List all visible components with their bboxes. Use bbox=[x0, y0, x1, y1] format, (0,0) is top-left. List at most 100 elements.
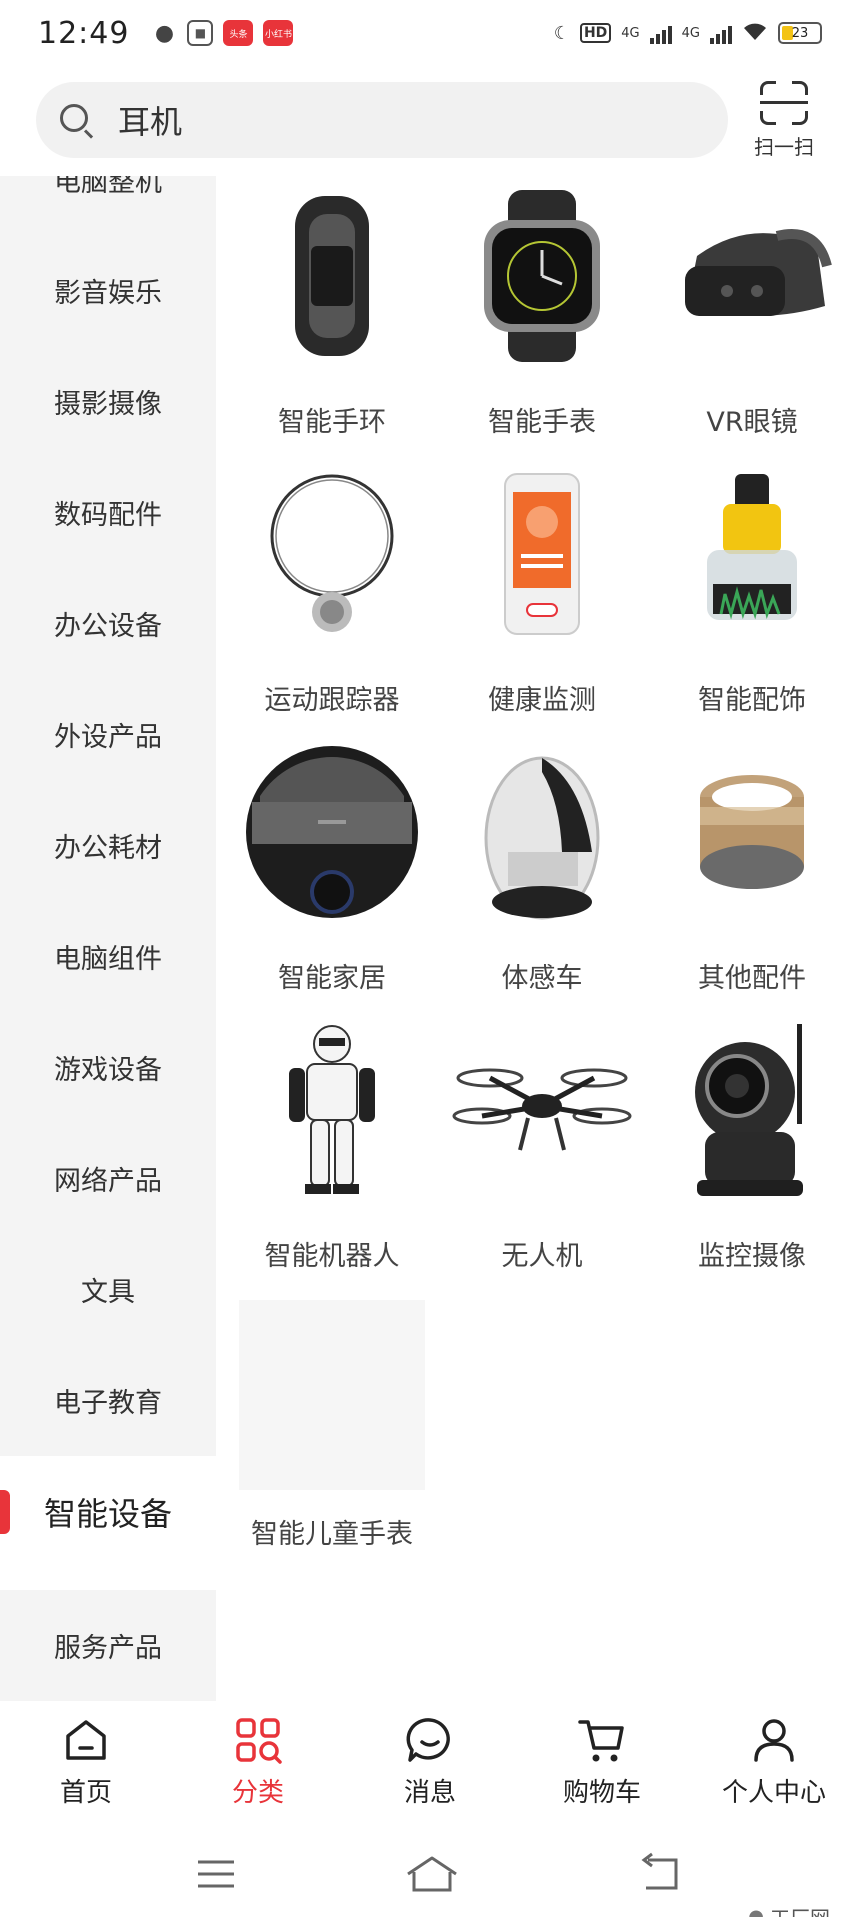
menu-icon[interactable] bbox=[192, 1850, 240, 1898]
sidebar-item-pc-components[interactable]: 电脑组件 bbox=[0, 901, 216, 1012]
grid-item-vr-glasses[interactable]: VR眼镜 bbox=[647, 176, 857, 456]
sidebar-item-label: 摄影摄像 bbox=[54, 389, 162, 420]
grid-item-label: 智能手环 bbox=[278, 407, 386, 438]
grid-item-fitness-tracker[interactable]: 运动跟踪器 bbox=[227, 454, 437, 734]
nav-category[interactable]: 分类 bbox=[172, 1708, 344, 1824]
image-placeholder bbox=[239, 1300, 425, 1490]
moon-icon: ☾ bbox=[553, 22, 570, 44]
network-label-2: 4G bbox=[681, 25, 700, 41]
grid-item-label: 智能家居 bbox=[278, 963, 386, 994]
nav-label: 购物车 bbox=[562, 1778, 641, 1808]
nav-label: 首页 bbox=[59, 1778, 112, 1808]
unicycle-icon bbox=[452, 742, 632, 922]
sidebar-item-av[interactable]: 影音娱乐 bbox=[0, 235, 216, 346]
grid-item-label: 监控摄像 bbox=[698, 1241, 806, 1272]
wifi-icon bbox=[742, 20, 768, 47]
grid-item-drone[interactable]: 无人机 bbox=[437, 1010, 647, 1290]
grid-item-smart-accessory[interactable]: 智能配饰 bbox=[647, 454, 857, 734]
system-home-icon[interactable] bbox=[404, 1850, 460, 1898]
app-notification-icon: ■ bbox=[187, 20, 214, 46]
vr-headset-icon bbox=[662, 186, 842, 366]
nav-home[interactable]: 首页 bbox=[0, 1708, 172, 1824]
grid-item-health-monitor[interactable]: 健康监测 bbox=[437, 454, 647, 734]
grid-item-label: VR眼镜 bbox=[706, 407, 798, 438]
user-icon bbox=[754, 1719, 794, 1762]
search-bar[interactable]: 耳机 bbox=[36, 82, 728, 158]
grid-item-kids-watch[interactable]: 智能儿童手表 bbox=[227, 1288, 437, 1568]
battery-level: 23 bbox=[791, 25, 809, 41]
grid-item-label: 无人机 bbox=[501, 1241, 583, 1272]
wechat-logo-icon: ● bbox=[748, 1906, 764, 1917]
ring-icon bbox=[662, 742, 842, 922]
sidebar-item-label: 电脑组件 bbox=[54, 944, 162, 975]
grid-item-label: 智能机器人 bbox=[264, 1241, 400, 1272]
health-monitor-icon bbox=[452, 464, 632, 644]
robot-vacuum-icon bbox=[242, 742, 422, 922]
network-label-1: 4G bbox=[621, 25, 640, 41]
scan-button[interactable]: 扫一扫 bbox=[744, 80, 824, 160]
sidebar-item-pc[interactable]: 电脑整机 bbox=[0, 176, 216, 235]
watermark-text: 工厂网 bbox=[770, 1902, 830, 1917]
sidebar-item-label: 服务产品 bbox=[54, 1633, 162, 1664]
sidebar-item-label: 办公耗材 bbox=[54, 833, 162, 864]
nav-profile[interactable]: 个人中心 bbox=[688, 1708, 860, 1824]
robot-icon bbox=[242, 1020, 422, 1200]
back-icon[interactable] bbox=[636, 1850, 684, 1898]
status-bar: 12:49 ● ■ 头条 小红书 ☾ HD 4G 4G 23 bbox=[0, 0, 860, 66]
sidebar-item-services[interactable]: 服务产品 bbox=[0, 1590, 216, 1701]
sidebar-item-gaming[interactable]: 游戏设备 bbox=[0, 1012, 216, 1123]
status-right: ☾ HD 4G 4G 23 bbox=[554, 20, 822, 47]
grid-item-smart-band[interactable]: 智能手环 bbox=[227, 176, 437, 456]
status-time: 12:49 bbox=[38, 15, 130, 51]
header: 耳机 扫一扫 bbox=[36, 80, 824, 160]
sidebar-item-peripherals[interactable]: 外设产品 bbox=[0, 679, 216, 790]
notification-icons: ● ■ 头条 小红书 bbox=[151, 20, 294, 46]
message-icon bbox=[406, 1718, 450, 1762]
xiaohongshu-badge-icon: 小红书 bbox=[263, 20, 294, 46]
grid-item-surveillance-camera[interactable]: 监控摄像 bbox=[647, 1010, 857, 1290]
grid-item-label: 健康监测 bbox=[488, 685, 596, 716]
system-nav-bar bbox=[0, 1830, 860, 1917]
search-input[interactable]: 耳机 bbox=[118, 97, 182, 143]
scan-icon bbox=[760, 80, 808, 125]
sidebar-item-camera[interactable]: 摄影摄像 bbox=[0, 346, 216, 457]
grid-item-smart-home[interactable]: 智能家居 bbox=[227, 732, 437, 1012]
sidebar-item-label: 网络产品 bbox=[54, 1166, 162, 1197]
sidebar-item-label: 电子教育 bbox=[54, 1388, 162, 1419]
sidebar-item-label: 外设产品 bbox=[54, 722, 162, 753]
sidebar-item-label: 数码配件 bbox=[54, 500, 162, 531]
fitness-tracker-icon bbox=[242, 464, 422, 644]
scan-label: 扫一扫 bbox=[754, 134, 814, 159]
signal-icon-2 bbox=[710, 22, 732, 44]
sidebar-item-stationery[interactable]: 文具 bbox=[0, 1234, 216, 1345]
battery-icon: 23 bbox=[778, 22, 822, 44]
grid-item-label: 体感车 bbox=[501, 963, 583, 994]
drone-icon bbox=[452, 1020, 632, 1200]
nav-label: 消息 bbox=[403, 1778, 456, 1808]
signal-icon-1 bbox=[649, 22, 672, 44]
smart-accessory-icon bbox=[662, 464, 842, 644]
grid-item-unicycle[interactable]: 体感车 bbox=[437, 732, 647, 1012]
sidebar-item-network[interactable]: 网络产品 bbox=[0, 1123, 216, 1234]
sidebar-item-office-supplies[interactable]: 办公耗材 bbox=[0, 790, 216, 901]
sidebar-item-digital-accessories[interactable]: 数码配件 bbox=[0, 457, 216, 568]
sidebar-item-smart-devices[interactable]: 智能设备 bbox=[0, 1456, 216, 1567]
sidebar-item-office-equipment[interactable]: 办公设备 bbox=[0, 568, 216, 679]
grid-item-other-accessories[interactable]: 其他配件 bbox=[647, 732, 857, 1012]
sidebar-item-label: 电脑整机 bbox=[54, 176, 162, 198]
nav-label: 个人中心 bbox=[721, 1778, 826, 1808]
wechat-icon: ● bbox=[154, 20, 175, 46]
category-icon bbox=[236, 1718, 282, 1764]
sidebar-item-label: 智能设备 bbox=[43, 1494, 172, 1533]
grid-item-robot[interactable]: 智能机器人 bbox=[227, 1010, 437, 1290]
sidebar-item-label: 办公设备 bbox=[54, 611, 162, 642]
sidebar-item-label: 游戏设备 bbox=[54, 1055, 162, 1086]
nav-messages[interactable]: 消息 bbox=[344, 1708, 516, 1824]
bottom-nav: 首页 分类 消息 购物车 个人中心 bbox=[0, 1708, 860, 1824]
search-icon bbox=[58, 102, 94, 139]
grid-item-smart-watch[interactable]: 智能手表 bbox=[437, 176, 647, 456]
nav-cart[interactable]: 购物车 bbox=[516, 1708, 688, 1824]
sidebar-item-label: 文具 bbox=[81, 1277, 135, 1308]
nav-label: 分类 bbox=[231, 1778, 284, 1808]
sidebar-item-e-education[interactable]: 电子教育 bbox=[0, 1345, 216, 1456]
